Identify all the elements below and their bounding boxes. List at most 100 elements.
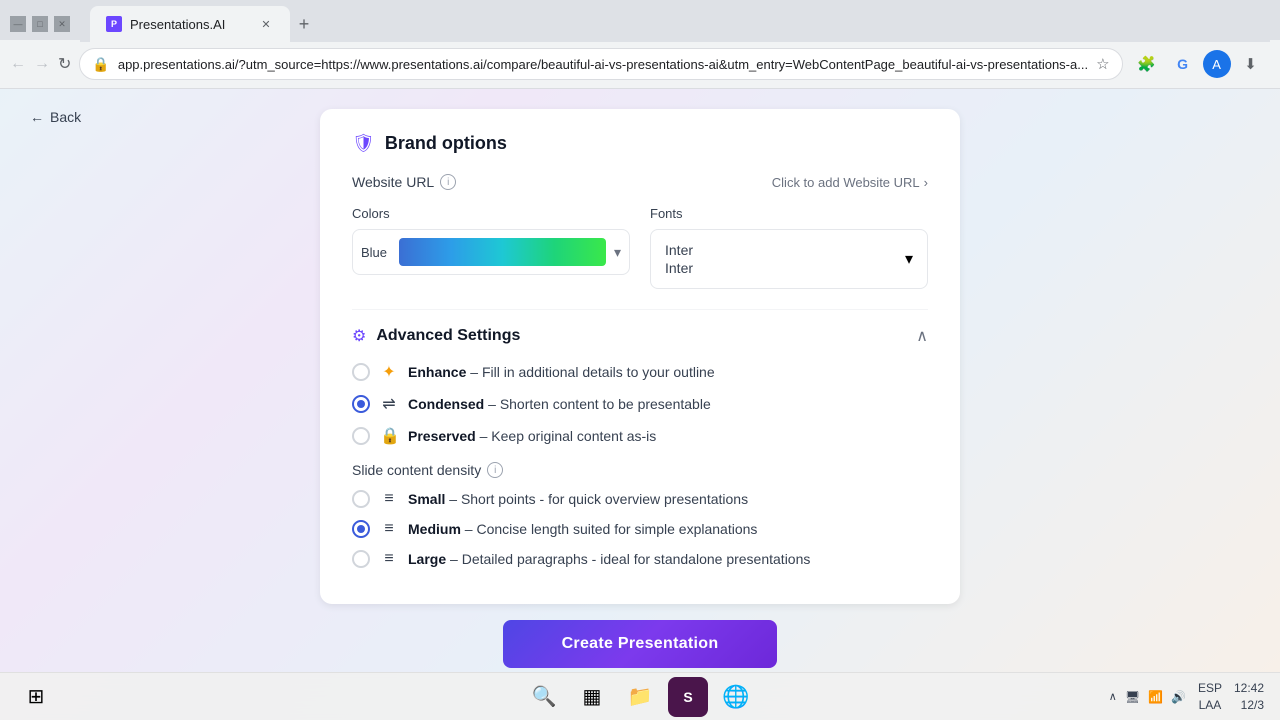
window-controls: — □ ✕ — [10, 16, 70, 32]
taskbar-right: ∧ 🖥 📶 🔊 ESPLAA 12:42 12/3 — [1109, 680, 1264, 714]
colors-label: Colors — [352, 206, 630, 221]
tab-close-button[interactable]: ✕ — [258, 16, 274, 32]
medium-density-radio[interactable] — [352, 520, 370, 538]
tab-label: Presentations.AI — [130, 17, 250, 32]
color-swatch — [399, 238, 606, 266]
lock-icon: 🔒 — [92, 56, 109, 73]
shield-icon: 🛡 — [352, 133, 375, 154]
tray-volume-icon: 🔊 — [1171, 690, 1186, 704]
taskbar: ⊞ 🔍 ▦ 📁 S 🌐 ∧ 🖥 📶 🔊 ESPLAA 12:42 12/3 — [0, 672, 1280, 720]
windows-start-button[interactable]: ⊞ — [16, 677, 56, 717]
back-nav-button[interactable]: ← — [10, 48, 26, 80]
clock-date: 12/3 — [1234, 697, 1264, 714]
main-content: ← Back 🛡 Brand options Website URL i Cli… — [0, 89, 1280, 673]
taskbar-widgets-button[interactable]: ▦ — [572, 677, 612, 717]
divider — [352, 309, 928, 310]
font-dropdown-chevron-icon: ▾ — [905, 249, 913, 269]
small-density-text: Small – Short points - for quick overvie… — [408, 491, 748, 507]
large-density-text: Large – Detailed paragraphs - ideal for … — [408, 551, 810, 567]
taskbar-chrome-button[interactable]: 🌐 — [716, 677, 756, 717]
back-button[interactable]: ← Back — [30, 109, 81, 125]
tray-wifi-icon: 📶 — [1148, 690, 1163, 704]
medium-density-option[interactable]: ≡ Medium – Concise length suited for sim… — [352, 520, 928, 538]
preserved-option[interactable]: 🔒 Preserved – Keep original content as-i… — [352, 426, 928, 446]
toolbar-icons: 🧩 G A ⬇ ⋮ — [1131, 48, 1280, 80]
small-density-radio[interactable] — [352, 490, 370, 508]
condensed-icon: ⇌ — [380, 394, 398, 414]
colors-section: Colors Blue ▾ — [352, 206, 630, 289]
preserved-lock-icon: 🔒 — [380, 426, 398, 446]
condensed-text: Condensed – Shorten content to be presen… — [408, 396, 711, 412]
chevron-right-icon: › — [924, 175, 928, 190]
preserved-radio[interactable] — [352, 427, 370, 445]
click-to-add-url[interactable]: Click to add Website URL › — [772, 175, 928, 190]
font-picker[interactable]: Inter Inter ▾ — [650, 229, 928, 289]
back-arrow-icon: ← — [30, 109, 44, 125]
google-icon[interactable]: G — [1167, 48, 1199, 80]
color-picker[interactable]: Blue ▾ — [352, 229, 630, 275]
bookmark-star-icon[interactable]: ☆ — [1096, 55, 1109, 73]
advanced-settings-header[interactable]: ⚙ Advanced Settings ∧ — [352, 326, 928, 346]
density-info-icon[interactable]: i — [487, 462, 503, 478]
tab-bar: P Presentations.AI ✕ + — [80, 6, 1270, 42]
fonts-label: Fonts — [650, 206, 928, 221]
advanced-settings-title: Advanced Settings — [376, 327, 520, 345]
colors-fonts-section: Colors Blue ▾ Fonts Inter Inter ▾ — [352, 206, 928, 289]
tab-favicon: P — [106, 16, 122, 32]
website-url-row: Website URL i Click to add Website URL › — [352, 174, 928, 190]
website-url-label: Website URL i — [352, 174, 456, 190]
download-icon[interactable]: ⬇ — [1235, 48, 1267, 80]
density-label-text: Slide content density — [352, 462, 481, 478]
condensed-option[interactable]: ⇌ Condensed – Shorten content to be pres… — [352, 394, 928, 414]
condensed-radio[interactable] — [352, 395, 370, 413]
back-button-label: Back — [50, 109, 81, 125]
small-density-option[interactable]: ≡ Small – Short points - for quick overv… — [352, 490, 928, 508]
menu-button[interactable]: ⋮ — [1271, 48, 1280, 80]
color-swatch-label: Blue — [361, 245, 391, 260]
click-to-add-label: Click to add Website URL — [772, 175, 920, 190]
minimize-button[interactable]: — — [10, 16, 26, 32]
advanced-settings-icon: ⚙ — [352, 326, 366, 346]
address-bar[interactable]: 🔒 app.presentations.ai/?utm_source=https… — [79, 48, 1122, 80]
taskbar-search-button[interactable]: 🔍 — [524, 677, 564, 717]
forward-nav-button[interactable]: → — [34, 48, 50, 80]
large-density-option[interactable]: ≡ Large – Detailed paragraphs - ideal fo… — [352, 550, 928, 568]
browser-tab-active[interactable]: P Presentations.AI ✕ — [90, 6, 290, 42]
taskbar-slack-button[interactable]: S — [668, 677, 708, 717]
maximize-button[interactable]: □ — [32, 16, 48, 32]
clock-time: 12:42 — [1234, 680, 1264, 697]
advanced-header-left: ⚙ Advanced Settings — [352, 326, 520, 346]
enhance-text: Enhance – Fill in additional details to … — [408, 364, 715, 380]
title-bar: — □ ✕ P Presentations.AI ✕ + — [0, 0, 1280, 40]
color-dropdown-button[interactable]: ▾ — [614, 244, 621, 261]
card-header: 🛡 Brand options — [352, 133, 928, 154]
taskbar-files-button[interactable]: 📁 — [620, 677, 660, 717]
large-density-radio[interactable] — [352, 550, 370, 568]
system-tray: ∧ 🖥 📶 🔊 — [1109, 690, 1186, 704]
create-presentation-button[interactable]: Create Presentation — [503, 620, 777, 668]
extensions-button[interactable]: 🧩 — [1131, 48, 1163, 80]
close-button[interactable]: ✕ — [54, 16, 70, 32]
profile-button[interactable]: A — [1203, 50, 1231, 78]
refresh-nav-button[interactable]: ↻ — [58, 48, 71, 80]
tray-network-icon: 🖥 — [1125, 690, 1140, 704]
advanced-collapse-button[interactable]: ∧ — [916, 326, 928, 346]
medium-density-icon: ≡ — [380, 520, 398, 538]
large-density-icon: ≡ — [380, 550, 398, 568]
medium-density-text: Medium – Concise length suited for simpl… — [408, 521, 757, 537]
browser-chrome: — □ ✕ P Presentations.AI ✕ + ← → ↻ 🔒 app… — [0, 0, 1280, 89]
density-label-row: Slide content density i — [352, 462, 928, 478]
language-display: ESPLAA — [1198, 680, 1222, 714]
enhance-radio[interactable] — [352, 363, 370, 381]
create-btn-container: Create Presentation — [503, 604, 777, 673]
font-display: Inter Inter — [665, 242, 693, 276]
enhance-option[interactable]: ✦ Enhance – Fill in additional details t… — [352, 362, 928, 382]
fonts-section: Fonts Inter Inter ▾ — [650, 206, 928, 289]
new-tab-button[interactable]: + — [290, 10, 318, 38]
website-url-text: Website URL — [352, 174, 434, 190]
website-url-info-icon[interactable]: i — [440, 174, 456, 190]
ai-sparkle-icon: ✦ — [380, 362, 398, 382]
tray-chevron-icon[interactable]: ∧ — [1109, 690, 1117, 703]
preserved-text: Preserved – Keep original content as-is — [408, 428, 656, 444]
nav-bar: ← → ↻ 🔒 app.presentations.ai/?utm_source… — [0, 40, 1280, 88]
